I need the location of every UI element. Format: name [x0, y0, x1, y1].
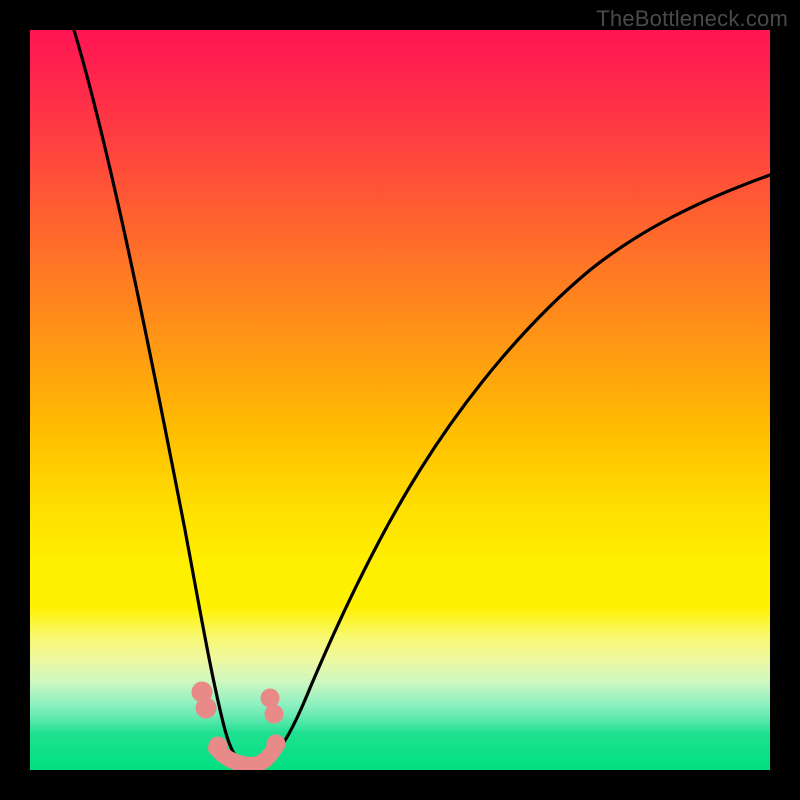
bottleneck-curve	[74, 30, 770, 762]
highlight-dots	[192, 682, 285, 765]
curve-layer	[30, 30, 770, 770]
chart-frame: TheBottleneck.com	[0, 0, 800, 800]
watermark-text: TheBottleneck.com	[596, 6, 788, 32]
plot-area	[30, 30, 770, 770]
